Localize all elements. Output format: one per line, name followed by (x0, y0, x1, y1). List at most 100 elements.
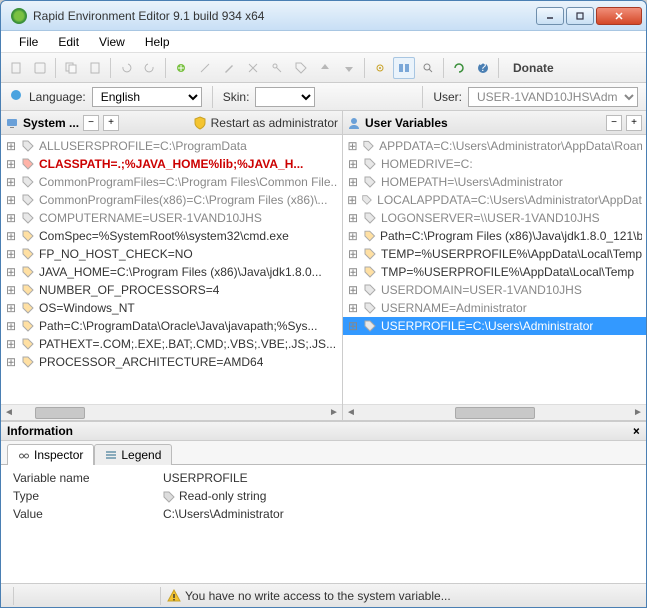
collapse-all-button[interactable]: − (83, 115, 99, 131)
tool-redo-icon[interactable] (139, 57, 161, 79)
tool-help-icon[interactable]: ? (472, 57, 494, 79)
tree-row[interactable]: ⊞ComSpec=%SystemRoot%\system32\cmd.exe (1, 227, 342, 245)
tree-row[interactable]: ⊞COMPUTERNAME=USER-1VAND10JHS (1, 209, 342, 227)
tree-row[interactable]: ⊞Path=C:\Program Files (x86)\Java\jdk1.8… (343, 227, 646, 245)
tree-row[interactable]: ⊞NUMBER_OF_PROCESSORS=4 (1, 281, 342, 299)
collapse-all-button[interactable]: − (606, 115, 622, 131)
tree-row-text: HOMEPATH=\Users\Administrator (381, 175, 563, 189)
minimize-button[interactable] (536, 7, 564, 25)
expand-icon[interactable]: ⊞ (347, 265, 359, 279)
tree-row[interactable]: ⊞ALLUSERSPROFILE=C:\ProgramData (1, 137, 342, 155)
expand-icon[interactable]: ⊞ (5, 211, 17, 225)
tree-row[interactable]: ⊞TMP=%USERPROFILE%\AppData\Local\Temp (343, 263, 646, 281)
tool-tag-icon[interactable] (290, 57, 312, 79)
expand-icon[interactable]: ⊞ (5, 283, 17, 297)
tree-row[interactable]: ⊞HOMEDRIVE=C: (343, 155, 646, 173)
tool-down-icon[interactable] (338, 57, 360, 79)
tree-row[interactable]: ⊞JAVA_HOME=C:\Program Files (x86)\Java\j… (1, 263, 342, 281)
expand-icon[interactable]: ⊞ (5, 265, 17, 279)
tool-add-icon[interactable] (170, 57, 192, 79)
expand-icon[interactable]: ⊞ (5, 157, 17, 171)
expand-icon[interactable]: ⊞ (5, 355, 17, 369)
expand-icon[interactable]: ⊞ (5, 247, 17, 261)
tool-gear-icon[interactable] (369, 57, 391, 79)
tree-row[interactable]: ⊞USERNAME=Administrator (343, 299, 646, 317)
titlebar[interactable]: Rapid Environment Editor 9.1 build 934 x… (1, 1, 646, 31)
tool-new-icon[interactable] (5, 57, 27, 79)
tool-wand-icon[interactable] (194, 57, 216, 79)
restart-admin-link[interactable]: Restart as administrator (211, 116, 338, 130)
tab-inspector[interactable]: Inspector (7, 444, 94, 465)
donate-button[interactable]: Donate (507, 58, 560, 78)
tree-row[interactable]: ⊞PROCESSOR_ARCHITECTURE=AMD64 (1, 353, 342, 371)
expand-icon[interactable]: ⊞ (5, 337, 17, 351)
inspector-row: Variable nameUSERPROFILE (9, 469, 638, 487)
expand-icon[interactable]: ⊞ (5, 301, 17, 315)
expand-icon[interactable]: ⊞ (5, 175, 17, 189)
expand-icon[interactable]: ⊞ (347, 319, 359, 333)
user-select[interactable]: USER-1VAND10JHS\Administrato (468, 87, 638, 107)
tree-row[interactable]: ⊞PATHEXT=.COM;.EXE;.BAT;.CMD;.VBS;.VBE;.… (1, 335, 342, 353)
svg-text:?: ? (480, 61, 487, 74)
tool-key-icon[interactable] (266, 57, 288, 79)
expand-icon[interactable]: ⊞ (347, 283, 359, 297)
tool-paste-icon[interactable] (84, 57, 106, 79)
tree-row[interactable]: ⊞TEMP=%USERPROFILE%\AppData\Local\Temp (343, 245, 646, 263)
tree-row[interactable]: ⊞OS=Windows_NT (1, 299, 342, 317)
expand-icon[interactable]: ⊞ (347, 193, 357, 207)
expand-icon[interactable]: ⊞ (347, 301, 359, 315)
tool-save-icon[interactable] (29, 57, 51, 79)
tree-row[interactable]: ⊞LOGONSERVER=\\USER-1VAND10JHS (343, 209, 646, 227)
tree-row[interactable]: ⊞ HOMEPATH=\Users\Administrator (343, 173, 646, 191)
expand-icon[interactable]: ⊞ (347, 229, 359, 243)
menu-view[interactable]: View (91, 33, 133, 51)
tab-legend[interactable]: Legend (94, 444, 172, 465)
expand-icon[interactable]: ⊞ (347, 139, 358, 153)
menu-file[interactable]: File (11, 33, 46, 51)
tool-panes-icon[interactable] (393, 57, 415, 79)
close-button[interactable] (596, 7, 642, 25)
tool-find-icon[interactable] (417, 57, 439, 79)
expand-all-button[interactable]: + (103, 115, 119, 131)
tree-row[interactable]: ⊞USERDOMAIN=USER-1VAND10JHS (343, 281, 646, 299)
tree-row[interactable]: ⊞CommonProgramFiles=C:\Program Files\Com… (1, 173, 342, 191)
tool-edit-icon[interactable] (218, 57, 240, 79)
expand-icon[interactable]: ⊞ (5, 319, 17, 333)
tree-row[interactable]: ⊞CommonProgramFiles(x86)=C:\Program File… (1, 191, 342, 209)
tool-up-icon[interactable] (314, 57, 336, 79)
system-tree[interactable]: ⊞ALLUSERSPROFILE=C:\ProgramData⊞CLASSPAT… (1, 135, 342, 404)
expand-all-button[interactable]: + (626, 115, 642, 131)
expand-icon[interactable]: ⊞ (347, 157, 359, 171)
tool-copy-icon[interactable] (60, 57, 82, 79)
expand-icon[interactable]: ⊞ (347, 211, 359, 225)
tool-refresh-icon[interactable] (448, 57, 470, 79)
expand-icon[interactable]: ⊞ (347, 247, 359, 261)
information-title: Information (7, 424, 73, 438)
tree-row[interactable]: ⊞LOCALAPPDATA=C:\Users\Administrator\App… (343, 191, 646, 209)
tree-row[interactable]: ⊞USERPROFILE=C:\Users\Administrator (343, 317, 646, 335)
window-title: Rapid Environment Editor 9.1 build 934 x… (33, 9, 536, 23)
tool-undo-icon[interactable] (115, 57, 137, 79)
tree-row[interactable]: ⊞Path=C:\ProgramData\Oracle\Java\javapat… (1, 317, 342, 335)
user-pane-title: User Variables (365, 116, 448, 130)
maximize-button[interactable] (566, 7, 594, 25)
language-select[interactable]: English (92, 87, 202, 107)
user-tree[interactable]: ⊞APPDATA=C:\Users\Administrator\AppData\… (343, 135, 646, 404)
tool-delete-icon[interactable] (242, 57, 264, 79)
inspector-value: USERPROFILE (159, 469, 638, 487)
tree-row[interactable]: ⊞FP_NO_HOST_CHECK=NO (1, 245, 342, 263)
h-scrollbar[interactable]: ◄► (343, 404, 646, 420)
h-scrollbar[interactable]: ◄► (1, 404, 342, 420)
tree-row[interactable]: ⊞CLASSPATH=.;%JAVA_HOME%lib;%JAVA_H... (1, 155, 342, 173)
info-close-button[interactable]: × (633, 424, 640, 438)
menu-help[interactable]: Help (137, 33, 178, 51)
status-warning: You have no write access to the system v… (167, 589, 451, 603)
menu-edit[interactable]: Edit (50, 33, 87, 51)
expand-icon[interactable]: ⊞ (5, 139, 17, 153)
system-pane-title: System ... (23, 116, 79, 130)
tree-row[interactable]: ⊞APPDATA=C:\Users\Administrator\AppData\… (343, 137, 646, 155)
expand-icon[interactable]: ⊞ (5, 193, 17, 207)
expand-icon[interactable]: ⊞ (347, 175, 359, 189)
skin-select[interactable] (255, 87, 315, 107)
expand-icon[interactable]: ⊞ (5, 229, 17, 243)
